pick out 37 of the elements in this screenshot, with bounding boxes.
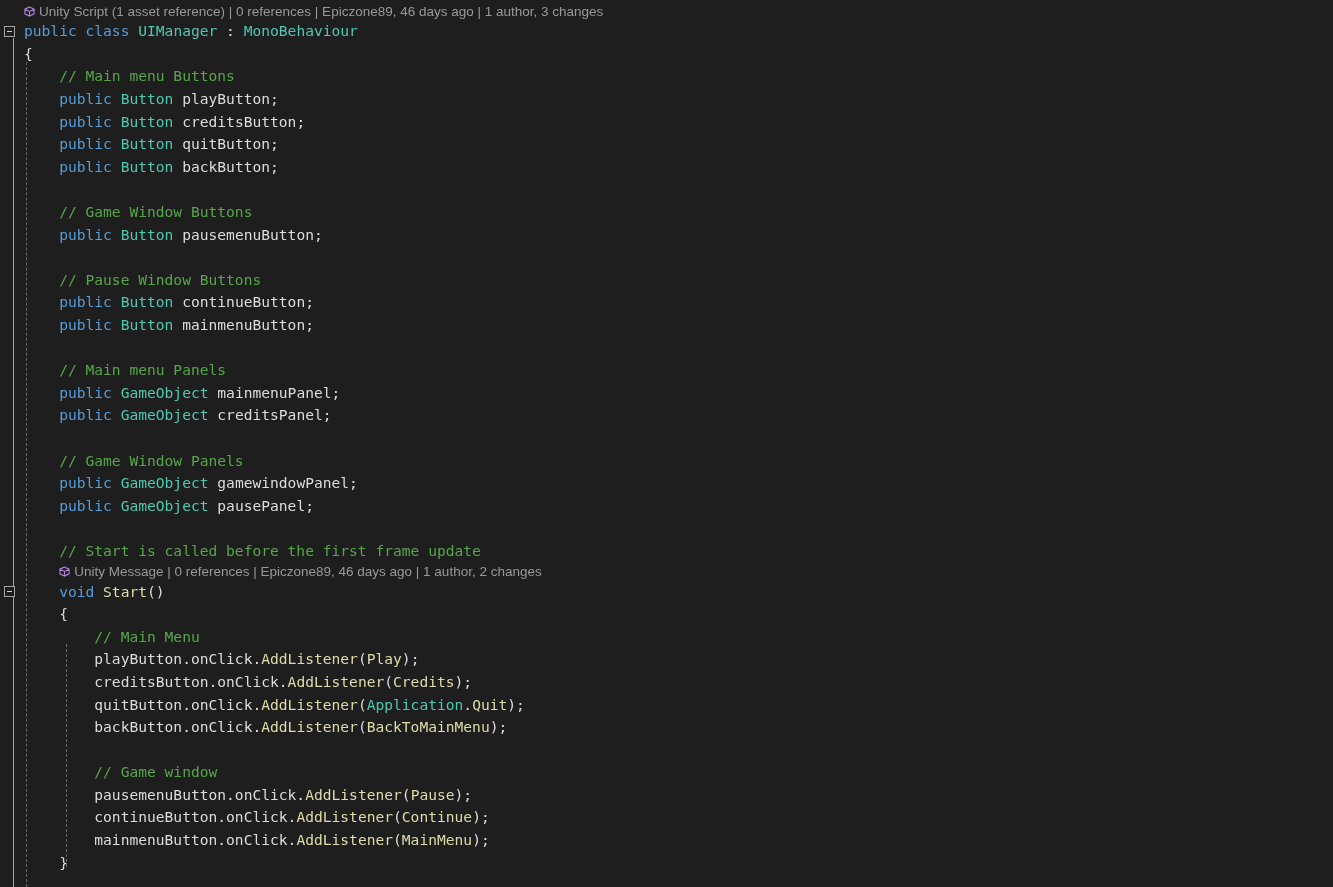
code-line: public Button pausemenuButton; (58, 224, 323, 245)
code-line: // Main Menu (93, 626, 200, 647)
collapse-icon[interactable] (3, 25, 15, 37)
code-line: creditsButton.onClick.AddListener(Credits); (93, 671, 473, 692)
code-line: // Start is called before the first frame update (58, 540, 481, 561)
code-line: public Button playButton; (58, 89, 279, 110)
collapse-icon[interactable] (3, 586, 15, 598)
code-line: quitButton.onClick.AddListener(Application.Quit); (93, 694, 525, 715)
code-line: public GameObject creditsPanel; (58, 405, 332, 426)
code-line: public Button continueButton; (58, 292, 314, 313)
codelens-info[interactable]: Unity Message | 0 references | Epiczone89, 46 days ago | 1 author, 2 changes (74, 563, 542, 579)
code-line: // Main menu Panels (58, 360, 227, 381)
code-line: } (58, 852, 68, 873)
code-line: continueButton.onClick.AddListener(Continue); (93, 807, 490, 828)
code-line: public class UIManager : MonoBehaviour (24, 21, 358, 42)
code-line: public Button mainmenuButton; (58, 315, 314, 335)
code-line: pausemenuButton.onClick.AddListener(Pause); (93, 784, 473, 805)
code-line: void Start() (58, 581, 165, 602)
cube-icon (59, 565, 71, 577)
code-line: playButton.onClick.AddListener(Play); (93, 649, 420, 670)
code-line: // Pause Window Buttons (58, 269, 262, 290)
code-line: // Game Window Buttons (58, 202, 253, 223)
code-line: // Main menu Buttons (58, 66, 235, 87)
code-line: public GameObject gamewindowPanel; (58, 473, 358, 494)
code-line: { (24, 43, 33, 64)
code-line: // Game Window Panels (58, 450, 244, 471)
cube-icon (24, 5, 35, 17)
code-line: mainmenuButton.onClick.AddListener(MainMenu); (93, 830, 490, 851)
code-line: public Button backButton; (58, 156, 279, 177)
codelens-info[interactable]: Unity Script (1 asset reference) | 0 references | Epiczone89, 46 days ago | 1 author, 3 changes (39, 3, 604, 19)
code-line: public GameObject pausePanel; (58, 495, 314, 516)
code-line: public Button creditsButton; (58, 111, 306, 132)
code-line: public GameObject mainmenuPanel; (58, 382, 341, 403)
code-line: public Button quitButton; (58, 134, 279, 155)
code-line: { (58, 604, 68, 625)
code-line: // Game window (93, 762, 218, 783)
code-line: backButton.onClick.AddListener(BackToMainMenu); (93, 717, 508, 738)
